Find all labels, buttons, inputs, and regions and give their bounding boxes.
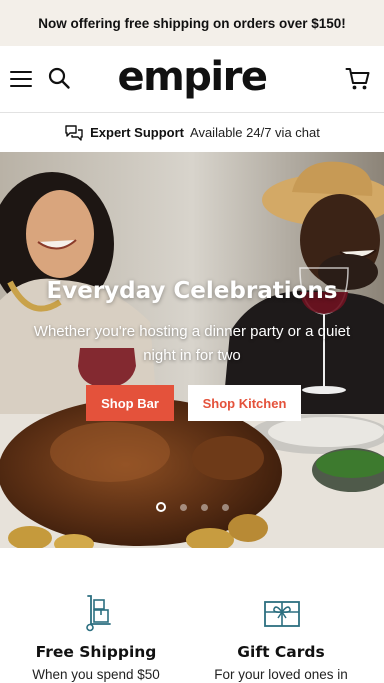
feature-text: When you spend $50 — [32, 667, 160, 682]
hero-title: Everyday Celebrations — [46, 278, 338, 304]
carousel-dot-3[interactable] — [200, 503, 208, 511]
features-section: Free Shipping When you spend $50 Gift Ca… — [0, 548, 384, 683]
carousel-dot-1[interactable] — [155, 502, 166, 512]
support-bar[interactable]: Expert Support Available 24/7 via chat — [0, 112, 384, 152]
promo-bar: Now offering free shipping on orders ove… — [0, 0, 384, 46]
hand-truck-boxes-icon — [86, 595, 111, 632]
support-subtitle: Available 24/7 via chat — [190, 125, 320, 140]
feature-gift-cards[interactable]: Gift Cards For your loved ones in — [185, 548, 377, 683]
carousel-dot-4[interactable] — [221, 503, 229, 511]
carousel-dots — [0, 501, 384, 513]
feature-free-shipping[interactable]: Free Shipping When you spend $50 — [0, 548, 192, 683]
gift-card-icon — [264, 601, 300, 627]
feature-title: Gift Cards — [237, 643, 325, 661]
shop-bar-button[interactable]: Shop Bar — [86, 385, 174, 421]
hero-subtitle: Whether you're hosting a dinner party or… — [33, 323, 351, 364]
feature-title: Free Shipping — [35, 643, 157, 661]
chat-bubbles-icon — [65, 124, 83, 141]
shopping-cart-icon[interactable] — [345, 66, 371, 92]
promo-text: Now offering free shipping on orders ove… — [38, 15, 346, 31]
shop-kitchen-button[interactable]: Shop Kitchen — [188, 385, 301, 421]
site-logo[interactable]: empire — [0, 54, 384, 100]
hero-banner[interactable]: Everyday Celebrations Whether you're hos… — [0, 152, 384, 548]
feature-text: For your loved ones in — [214, 667, 348, 682]
carousel-dot-2[interactable] — [179, 503, 187, 511]
support-title: Expert Support — [90, 125, 185, 140]
site-header: empire — [0, 46, 384, 112]
